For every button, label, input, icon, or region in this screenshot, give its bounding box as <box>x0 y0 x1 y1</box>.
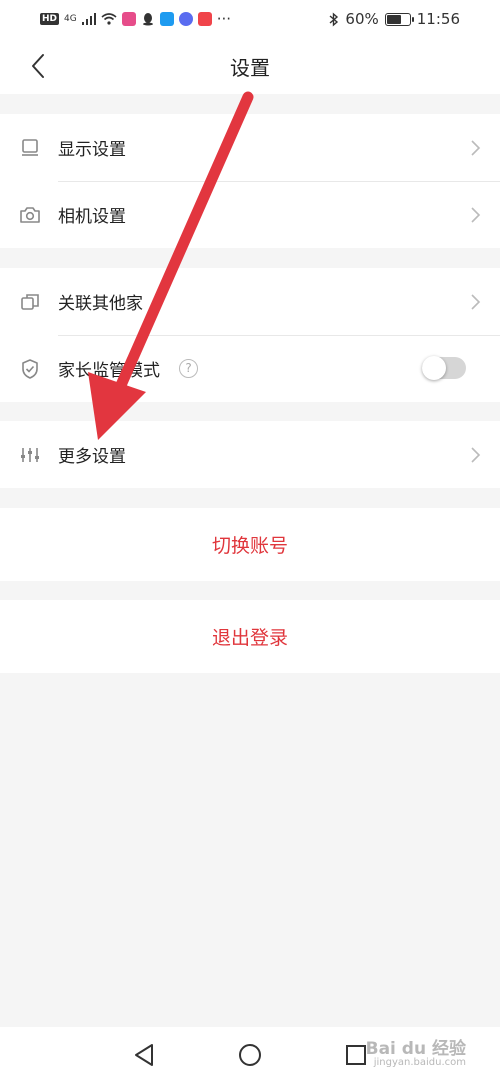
chevron-right-icon <box>471 294 481 310</box>
search-app-icon <box>159 12 174 26</box>
baidu-watermark: Bai du 经验 jingyan.baidu.com <box>366 1034 466 1068</box>
signal-icon <box>81 13 96 25</box>
chevron-right-icon <box>471 447 481 463</box>
row-label: 相机设置 <box>58 207 126 227</box>
nav-back-icon[interactable] <box>130 1041 158 1069</box>
more-notifications: ··· <box>216 10 232 28</box>
battery-icon <box>384 12 414 26</box>
row-label: 显示设置 <box>58 140 126 160</box>
switch-account-button[interactable]: 切换账号 <box>0 508 500 581</box>
row-more-settings[interactable]: 更多设置 <box>0 421 500 488</box>
chevron-right-icon <box>471 140 481 156</box>
parental-control-toggle[interactable] <box>422 356 466 380</box>
music-app-icon <box>178 12 193 26</box>
settings-group-more: 更多设置 <box>0 421 500 488</box>
settings-group-family: 关联其他家 家长监管模式 ? <box>0 268 500 402</box>
row-link-family[interactable]: 关联其他家 <box>0 268 500 335</box>
shield-icon <box>19 358 41 380</box>
back-arrow-icon <box>32 54 44 78</box>
clock: 11:56 <box>416 10 460 28</box>
row-display-settings[interactable]: 显示设置 <box>0 114 500 181</box>
row-parental-control: 家长监管模式 ? <box>0 335 500 402</box>
row-label: 更多设置 <box>58 447 126 467</box>
title-bar: 设置 <box>0 38 500 94</box>
settings-group-display: 显示设置 相机设置 <box>0 114 500 248</box>
qq-icon <box>142 13 153 26</box>
help-icon[interactable]: ? <box>179 359 198 378</box>
row-label: 关联其他家 <box>58 294 143 314</box>
watermark-url: jingyan.baidu.com <box>373 1057 466 1068</box>
chevron-right-icon <box>471 207 481 223</box>
app-notification-icon <box>121 12 136 26</box>
bluetooth-icon <box>329 11 339 27</box>
status-right: 60% 11:56 <box>329 10 460 28</box>
battery-percent: 60% <box>345 10 379 28</box>
display-icon <box>19 137 41 159</box>
hd-badge: HD <box>40 13 60 25</box>
status-left: HD 4G ··· <box>40 10 231 28</box>
camera-icon <box>19 204 41 226</box>
row-camera-settings[interactable]: 相机设置 <box>0 181 500 248</box>
row-label: 家长监管模式 <box>58 361 160 381</box>
logout-button[interactable]: 退出登录 <box>0 600 500 673</box>
wifi-icon <box>101 13 117 25</box>
battery-fill <box>386 14 402 24</box>
back-button[interactable] <box>20 48 56 84</box>
page-title: 设置 <box>230 55 270 80</box>
nav-home-icon[interactable] <box>236 1041 264 1069</box>
toggle-knob <box>422 356 446 380</box>
status-bar: HD 4G ··· 60% 11:56 <box>0 0 500 38</box>
video-app-icon <box>197 12 212 26</box>
sliders-icon <box>19 444 41 466</box>
link-family-icon <box>19 291 41 313</box>
network-type: 4G <box>64 14 77 24</box>
watermark-brand: Bai du 经验 <box>365 1039 466 1059</box>
